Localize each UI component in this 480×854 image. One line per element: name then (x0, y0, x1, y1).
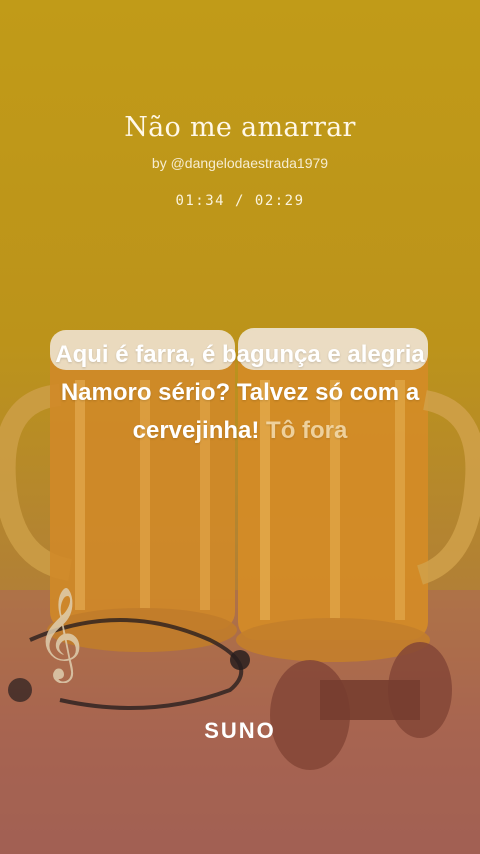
song-title: Não me amarrar (124, 112, 356, 143)
playback-time: 01:34 / 02:29 (0, 193, 480, 209)
suno-logo: SUNO (204, 718, 276, 743)
time-separator: / (225, 193, 255, 209)
lyrics-display: Aqui é farra, é bagunça e alegria Namoro… (30, 336, 450, 450)
song-header: Não me amarrar by @dangelodaestrada1979 … (0, 112, 480, 209)
lyrics-upcoming-line: Tô fora (266, 417, 348, 444)
current-time: 01:34 (175, 193, 226, 209)
song-author: by @dangelodaestrada1979 (151, 155, 329, 171)
lyrics-active-line: Aqui é farra, é bagunça e alegria Namoro… (55, 341, 425, 444)
total-time: 02:29 (254, 193, 305, 209)
